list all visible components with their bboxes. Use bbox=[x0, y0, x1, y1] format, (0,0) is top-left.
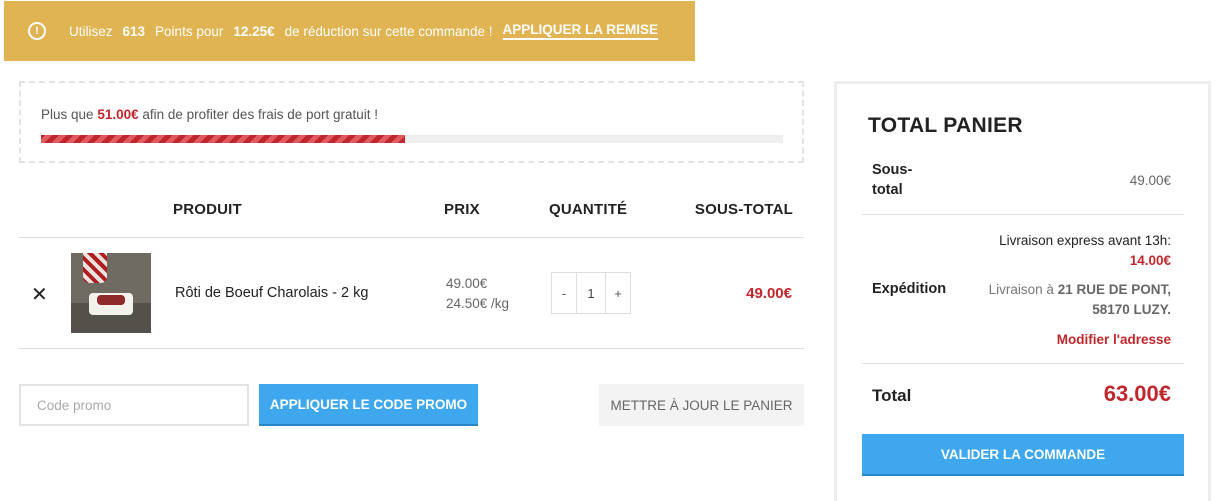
notice-discount-label: de réduction sur cette commande ! bbox=[284, 23, 493, 39]
apply-discount-link[interactable]: APPLIQUER LA REMISE bbox=[502, 22, 659, 40]
product-thumbnail[interactable] bbox=[71, 253, 151, 333]
checkout-button[interactable]: VALIDER LA COMMANDE bbox=[862, 434, 1184, 476]
header-product: PRODUIT bbox=[173, 201, 242, 218]
header-subtotal: SOUS-TOTAL bbox=[694, 201, 793, 218]
shipping-dest-prefix: Livraison à bbox=[988, 282, 1054, 297]
quantity-increase-button[interactable]: + bbox=[606, 273, 630, 313]
divider bbox=[862, 214, 1184, 215]
coupon-input[interactable] bbox=[19, 384, 249, 426]
thumbnail-cloth bbox=[83, 253, 107, 283]
notice-points-label: Points pour bbox=[155, 23, 224, 39]
shipping-price: 14.00€ bbox=[1129, 253, 1171, 268]
free-shipping-box: Plus que 51.00€ afin de profiter des fra… bbox=[19, 81, 804, 163]
edit-address-link[interactable]: Modifier l'adresse bbox=[1057, 332, 1171, 347]
header-price: PRIX bbox=[444, 201, 480, 218]
subtotal-label: Sous-total bbox=[872, 162, 913, 198]
notice-use-label: Utilisez bbox=[69, 23, 113, 39]
row-subtotal: 49.00€ bbox=[746, 285, 792, 302]
shipping-method: Livraison express avant 13h: bbox=[999, 233, 1171, 248]
points-notice: ! Utilisez 613 Points pour 12.25€ de réd… bbox=[4, 1, 695, 61]
quantity-stepper: - 1 + bbox=[551, 272, 631, 314]
total-label: Total bbox=[872, 386, 912, 405]
cart-totals-panel: TOTAL PANIER Sous-total 49.00€ Expéditio… bbox=[834, 81, 1211, 501]
free-shipping-suffix: afin de profiter des frais de port gratu… bbox=[142, 107, 378, 122]
shipping-destination: Livraison à 21 RUE DE PONT, 58170 LUZY. bbox=[989, 280, 1171, 320]
free-shipping-prefix: Plus que bbox=[41, 107, 94, 122]
shipping-dest-line2: 58170 LUZY. bbox=[1092, 302, 1171, 317]
product-name-link[interactable]: Rôti de Boeuf Charolais - 2 kg bbox=[175, 285, 368, 301]
product-price-value: 49.00€ bbox=[446, 276, 488, 291]
apply-coupon-button[interactable]: APPLIQUER LE CODE PROMO bbox=[259, 384, 478, 426]
product-unit-price: 24.50€ /kg bbox=[446, 296, 510, 311]
thumbnail-meat bbox=[97, 295, 125, 305]
info-icon: ! bbox=[28, 22, 46, 40]
quantity-input[interactable]: 1 bbox=[576, 273, 606, 313]
divider bbox=[862, 363, 1184, 364]
close-icon[interactable]: ✕ bbox=[31, 282, 48, 307]
free-shipping-amount: 51.00€ bbox=[97, 107, 139, 122]
notice-points: 613 bbox=[122, 23, 146, 39]
quantity-decrease-button[interactable]: - bbox=[552, 273, 576, 313]
free-shipping-message: Plus que 51.00€ afin de profiter des fra… bbox=[41, 107, 378, 122]
shipping-label: Expédition bbox=[872, 281, 947, 297]
product-price: 49.00€ 24.50€ /kg bbox=[446, 274, 509, 314]
update-cart-button[interactable]: METTRE À JOUR LE PANIER bbox=[599, 384, 804, 426]
cart-table-header: PRODUIT PRIX QUANTITÉ SOUS-TOTAL bbox=[19, 190, 804, 238]
shipping-dest-line1: 21 RUE DE PONT, bbox=[1057, 282, 1171, 297]
free-shipping-progress-fill bbox=[41, 135, 405, 143]
free-shipping-progress bbox=[41, 135, 783, 143]
header-quantity: QUANTITÉ bbox=[549, 201, 628, 218]
notice-discount: 12.25€ bbox=[233, 23, 275, 39]
cart-totals-title: TOTAL PANIER bbox=[868, 114, 1023, 137]
subtotal-value: 49.00€ bbox=[1129, 173, 1171, 188]
cart-row: ✕ Rôti de Boeuf Charolais - 2 kg 49.00€ … bbox=[19, 238, 804, 349]
total-value: 63.00€ bbox=[1103, 381, 1171, 406]
